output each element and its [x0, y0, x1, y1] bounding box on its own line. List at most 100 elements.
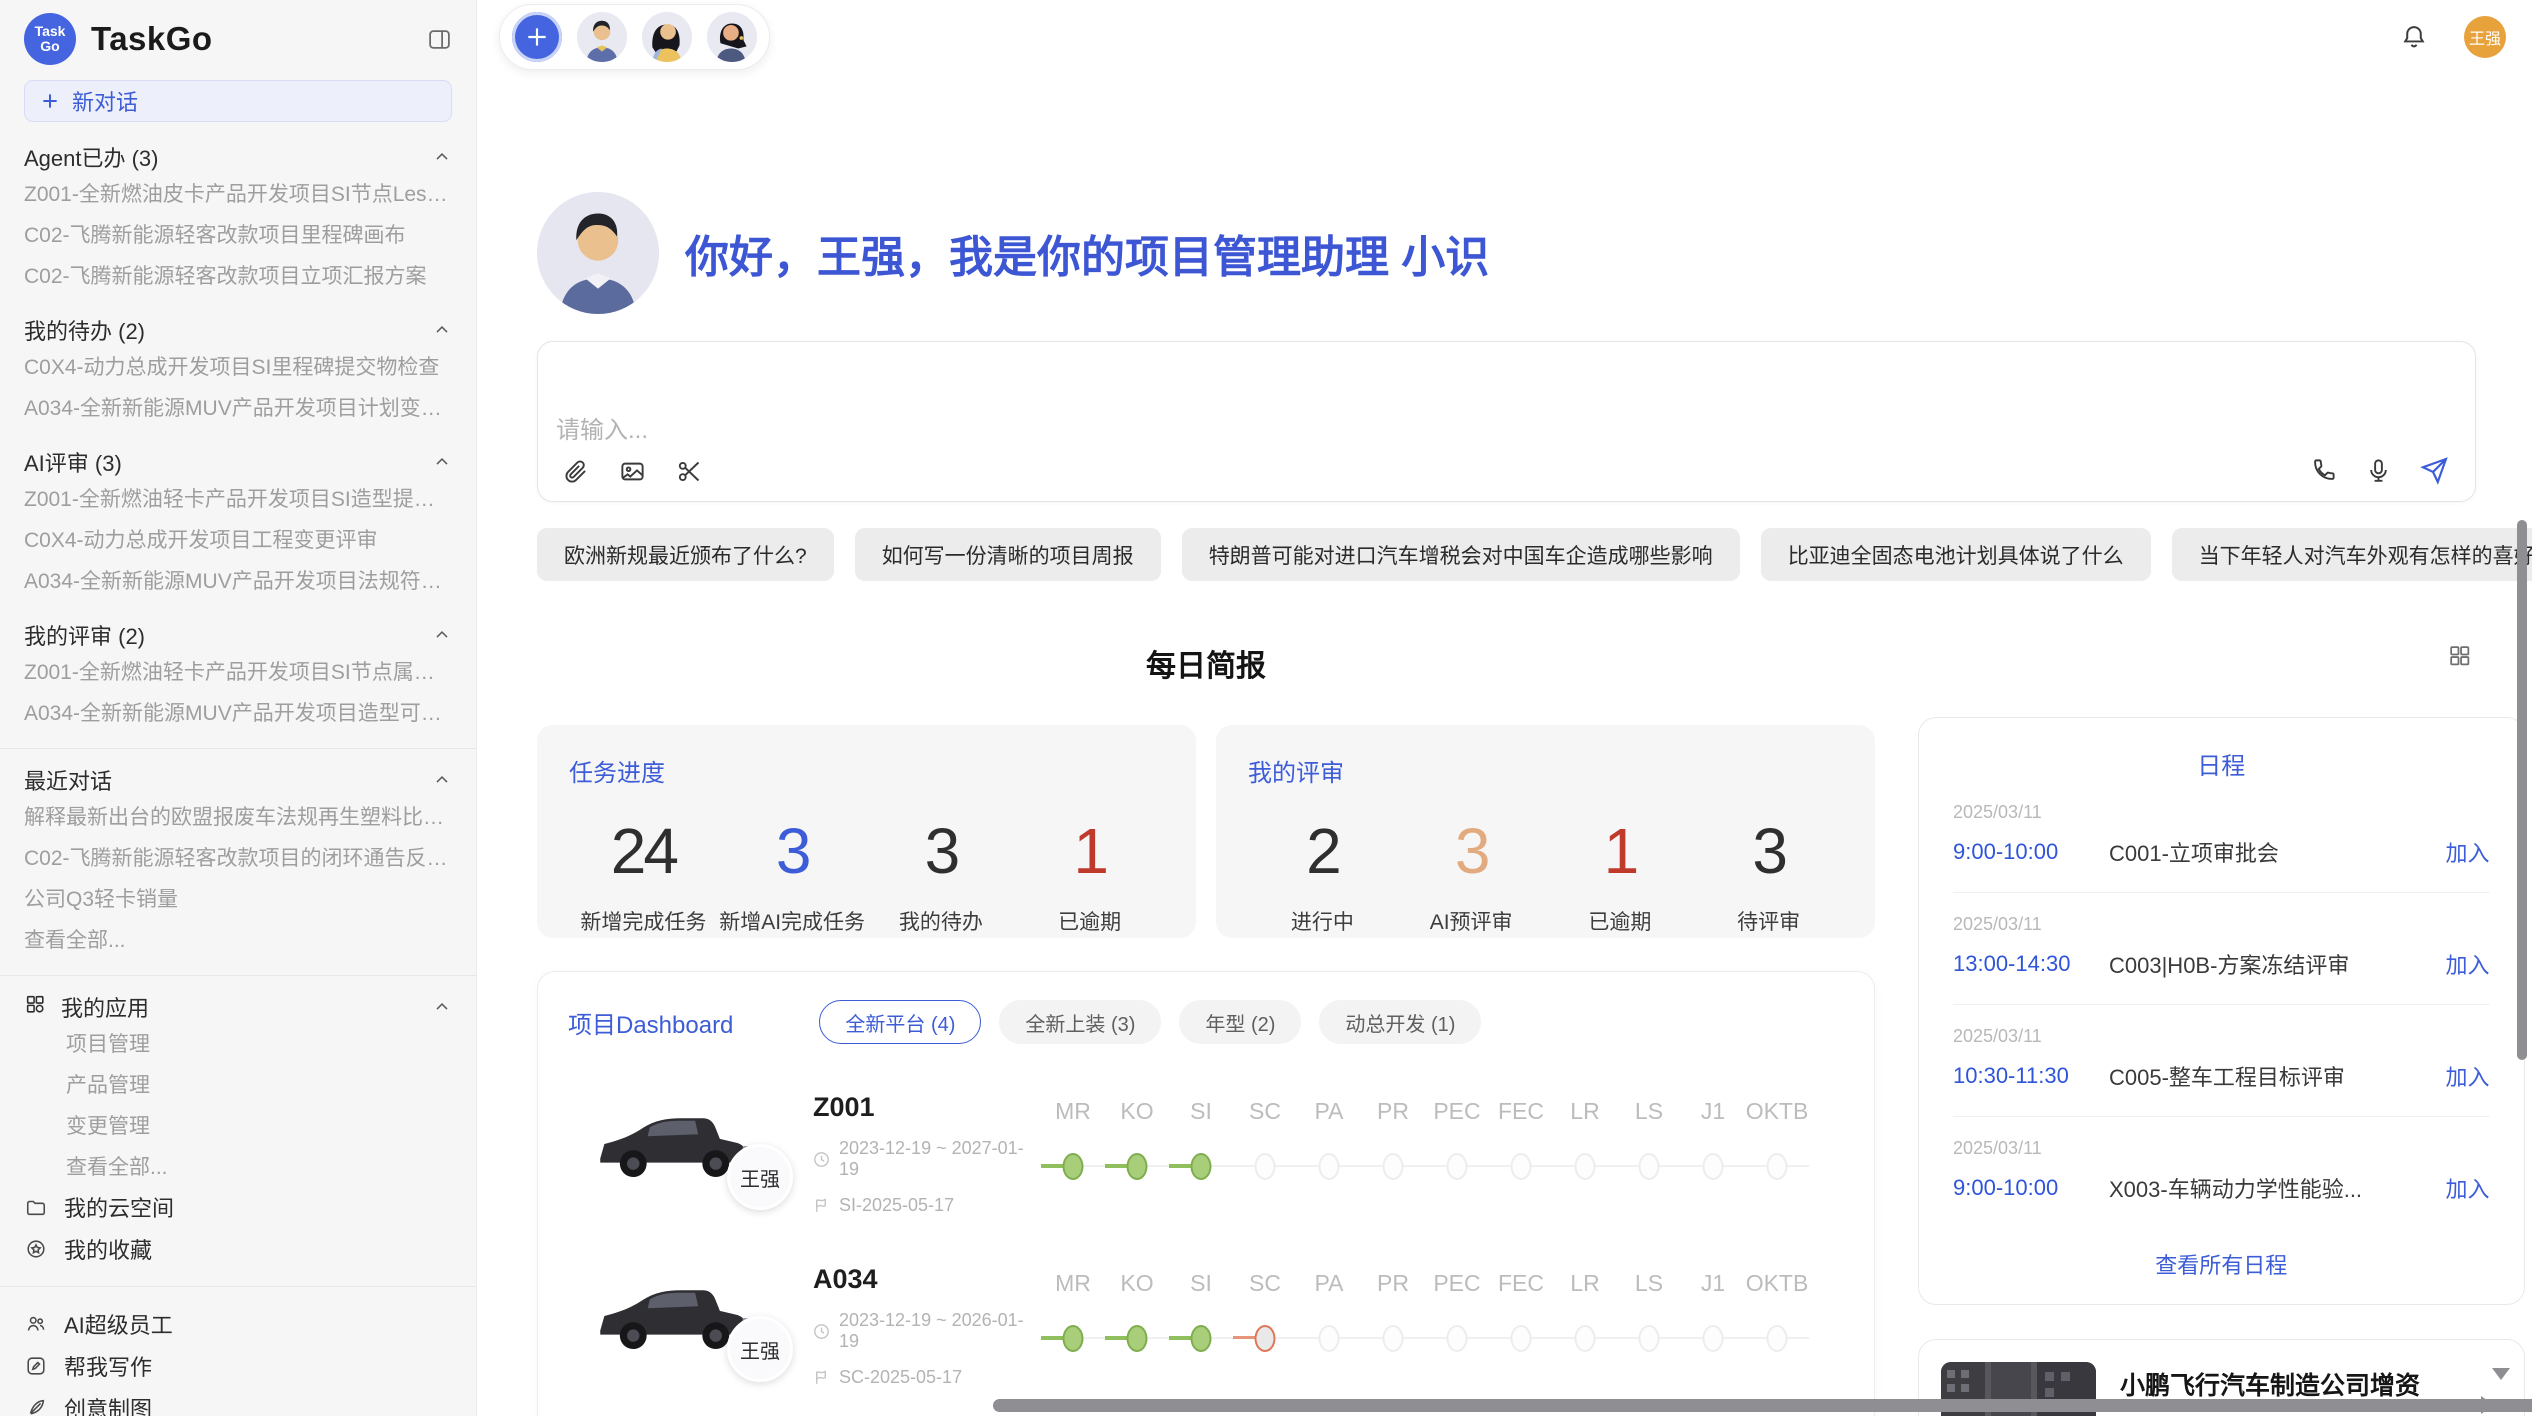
recent-header[interactable]: 最近对话 — [24, 765, 452, 795]
project-code[interactable]: Z001 — [813, 1092, 1041, 1123]
suggestion-chip[interactable]: 比亚迪全固态电池计划具体说了什么 — [1761, 528, 2151, 581]
milestone-dot[interactable] — [1383, 1325, 1404, 1352]
dashboard-tab[interactable]: 动总开发 (1) — [1319, 1000, 1481, 1044]
task-item[interactable]: C02-飞腾新能源轻客改款项目立项汇报方案 — [24, 254, 452, 295]
milestone-dot[interactable] — [1767, 1153, 1788, 1180]
sidebar-item-ai-staff[interactable]: AI超级员工 — [24, 1303, 452, 1345]
add-member-button[interactable] — [512, 12, 562, 62]
milestone-dot[interactable] — [1447, 1153, 1468, 1180]
milestone-dot[interactable] — [1319, 1325, 1340, 1352]
milestone-dot[interactable] — [1767, 1325, 1788, 1352]
horizontal-scrollbar[interactable] — [993, 1399, 2532, 1412]
task-item[interactable]: A034-全新新能源MUV产品开发项目造型可行性评审 — [24, 691, 452, 732]
app-item[interactable]: 产品管理 — [24, 1063, 452, 1104]
sidebar-item-creative-draw[interactable]: 创意制图 — [24, 1387, 452, 1416]
chevron-up-icon[interactable] — [432, 997, 452, 1017]
conversation-item[interactable]: 查看全部... — [24, 918, 452, 959]
group-header[interactable]: 我的待办 (2) — [24, 315, 452, 345]
join-button[interactable]: 加入 — [2446, 1060, 2490, 1092]
task-item[interactable]: Z001-全新燃油皮卡产品开发项目SI节点Lesson Learn报告 — [24, 172, 452, 213]
milestone-dot[interactable] — [1639, 1325, 1660, 1352]
user-avatar[interactable]: 王强 — [2464, 16, 2506, 58]
milestone-dot[interactable] — [1447, 1325, 1468, 1352]
app-item[interactable]: 变更管理 — [24, 1104, 452, 1145]
member-avatar-3[interactable] — [707, 12, 757, 62]
send-icon[interactable] — [2420, 456, 2449, 485]
chevron-up-icon[interactable] — [432, 770, 452, 790]
task-item[interactable]: C0X4-动力总成开发项目工程变更评审 — [24, 518, 452, 559]
dashboard-tab[interactable]: 全新上装 (3) — [999, 1000, 1161, 1044]
new-chat-button[interactable]: 新对话 — [24, 80, 452, 122]
image-icon[interactable] — [619, 458, 646, 485]
milestone-dot[interactable] — [1127, 1325, 1148, 1352]
dashboard-tab[interactable]: 全新平台 (4) — [819, 1000, 981, 1044]
member-avatar-2[interactable] — [642, 12, 692, 62]
suggestion-chip[interactable]: 如何写一份清晰的项目周报 — [855, 528, 1161, 581]
milestone-dot[interactable] — [1319, 1153, 1340, 1180]
sidebar-item-write-helper[interactable]: 帮我写作 — [24, 1345, 452, 1387]
phone-icon[interactable] — [2310, 457, 2337, 484]
task-item[interactable]: A034-全新新能源MUV产品开发项目法规符合性评审 — [24, 559, 452, 600]
scroll-down-arrow[interactable] — [2492, 1368, 2510, 1380]
task-item[interactable]: C02-飞腾新能源轻客改款项目里程碑画布 — [24, 213, 452, 254]
milestone-dot[interactable] — [1575, 1153, 1596, 1180]
scissors-icon[interactable] — [676, 458, 703, 485]
layout-grid-icon[interactable] — [2447, 643, 2472, 668]
milestone-dot[interactable] — [1703, 1325, 1724, 1352]
milestone-dot[interactable] — [1127, 1153, 1148, 1180]
dashboard-tab[interactable]: 年型 (2) — [1179, 1000, 1301, 1044]
milestone-dot[interactable] — [1383, 1153, 1404, 1180]
task-item[interactable]: Z001-全新燃油轻卡产品开发项目SI节点属性5D文件评审 — [24, 650, 452, 691]
conversation-item[interactable]: C02-飞腾新能源轻客改款项目的闭环通告反馈情况 — [24, 836, 452, 877]
milestone-dot[interactable] — [1191, 1325, 1212, 1352]
view-all-schedule-link[interactable]: 查看所有日程 — [1953, 1248, 2490, 1280]
vertical-scrollbar[interactable] — [2517, 520, 2527, 1060]
conversation-item[interactable]: 公司Q3轻卡销量 — [24, 877, 452, 918]
conversation-item[interactable]: 解释最新出台的欧盟报废车法规再生塑料比例被调至15%... — [24, 795, 452, 836]
milestone-dot[interactable] — [1511, 1325, 1532, 1352]
chat-input[interactable]: 请输入... — [537, 341, 2476, 502]
sidebar-item-favorites[interactable]: 我的收藏 — [24, 1228, 452, 1270]
milestone-dot[interactable] — [1063, 1153, 1084, 1180]
sidebar-collapse-icon[interactable] — [427, 27, 452, 52]
my-apps-header[interactable]: 我的应用 — [24, 992, 452, 1022]
chevron-up-icon[interactable] — [432, 452, 452, 472]
task-item[interactable]: A034-全新新能源MUV产品开发项目计划变更表编写 — [24, 386, 452, 427]
milestone-dot[interactable] — [1255, 1153, 1276, 1180]
milestone-dot[interactable] — [1191, 1153, 1212, 1180]
attachment-icon[interactable] — [562, 458, 589, 485]
task-item[interactable]: C0X4-动力总成开发项目SI里程碑提交物检查 — [24, 345, 452, 386]
group-header[interactable]: Agent已办 (3) — [24, 142, 452, 172]
microphone-icon[interactable] — [2365, 457, 2392, 484]
join-button[interactable]: 加入 — [2446, 1172, 2490, 1204]
project-flag-date: SC-2025-05-17 — [813, 1367, 1041, 1388]
stat-label: 新增完成任务 — [569, 906, 718, 936]
milestone-dot[interactable] — [1063, 1325, 1084, 1352]
app-item[interactable]: 项目管理 — [24, 1022, 452, 1063]
sidebar-item-cloud-space[interactable]: 我的云空间 — [24, 1186, 452, 1228]
group-header[interactable]: 我的评审 (2) — [24, 620, 452, 650]
project-code[interactable]: A034 — [813, 1264, 1041, 1295]
chevron-up-icon[interactable] — [432, 147, 452, 167]
project-owner-badge[interactable]: 王强 — [727, 1316, 793, 1382]
group-header[interactable]: AI评审 (3) — [24, 447, 452, 477]
milestone-dot[interactable] — [1639, 1153, 1660, 1180]
milestone-dot[interactable] — [1703, 1153, 1724, 1180]
milestone-dot[interactable] — [1255, 1325, 1276, 1352]
suggestion-chip[interactable]: 欧洲新规最近颁布了什么? — [537, 528, 834, 581]
join-button[interactable]: 加入 — [2446, 948, 2490, 980]
project-owner-badge[interactable]: 王强 — [727, 1144, 793, 1210]
suggestion-chip[interactable]: 当下年轻人对汽车外观有怎样的喜好趋势 — [2172, 528, 2532, 581]
chevron-up-icon[interactable] — [432, 625, 452, 645]
scroll-right-arrow[interactable] — [2481, 1396, 2494, 1414]
chevron-up-icon[interactable] — [432, 320, 452, 340]
milestone: J1 — [1681, 1094, 1745, 1190]
milestone-dot[interactable] — [1511, 1153, 1532, 1180]
suggestion-chip[interactable]: 特朗普可能对进口汽车增税会对中国车企造成哪些影响 — [1182, 528, 1740, 581]
notification-bell-icon[interactable] — [2400, 23, 2428, 51]
task-item[interactable]: Z001-全新燃油轻卡产品开发项目SI造型提交物评审 — [24, 477, 452, 518]
app-item[interactable]: 查看全部... — [24, 1145, 452, 1186]
milestone-dot[interactable] — [1575, 1325, 1596, 1352]
join-button[interactable]: 加入 — [2446, 836, 2490, 868]
member-avatar-1[interactable] — [577, 12, 627, 62]
